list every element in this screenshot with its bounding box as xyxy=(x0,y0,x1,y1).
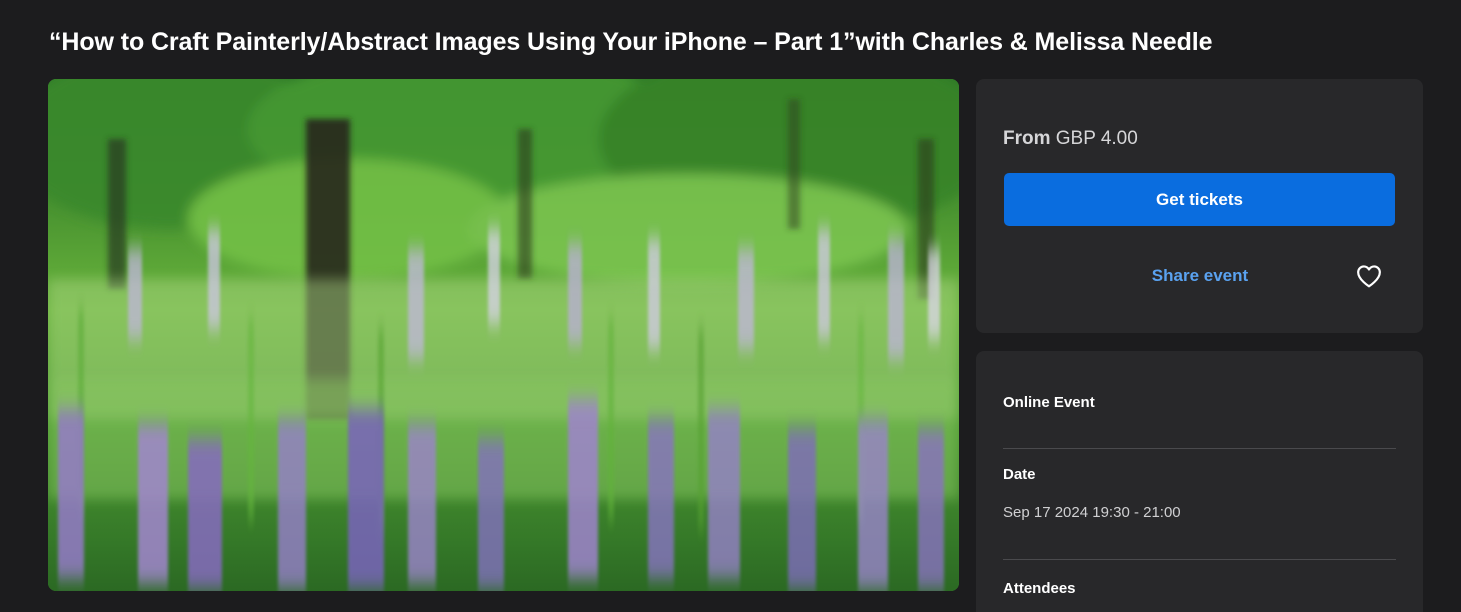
event-title: “How to Craft Painterly/Abstract Images … xyxy=(49,28,1213,56)
event-page: “How to Craft Painterly/Abstract Images … xyxy=(0,0,1461,612)
price-value: GBP 4.00 xyxy=(1055,128,1138,149)
price-prefix: From xyxy=(1003,128,1051,149)
hero-artwork xyxy=(48,79,959,591)
divider xyxy=(1003,448,1396,449)
share-event-link[interactable]: Share event xyxy=(1100,264,1300,288)
heart-icon[interactable] xyxy=(1356,264,1382,288)
event-hero-image xyxy=(48,79,959,591)
attendees-label: Attendees xyxy=(1003,580,1076,597)
event-details-panel xyxy=(976,351,1423,612)
date-label: Date xyxy=(1003,466,1036,483)
event-type-label: Online Event xyxy=(1003,394,1095,411)
price-text: From GBP 4.00 xyxy=(1003,127,1138,151)
divider xyxy=(1003,559,1396,560)
date-value: Sep 17 2024 19:30 - 21:00 xyxy=(1003,504,1181,521)
get-tickets-button[interactable]: Get tickets xyxy=(1004,173,1395,226)
